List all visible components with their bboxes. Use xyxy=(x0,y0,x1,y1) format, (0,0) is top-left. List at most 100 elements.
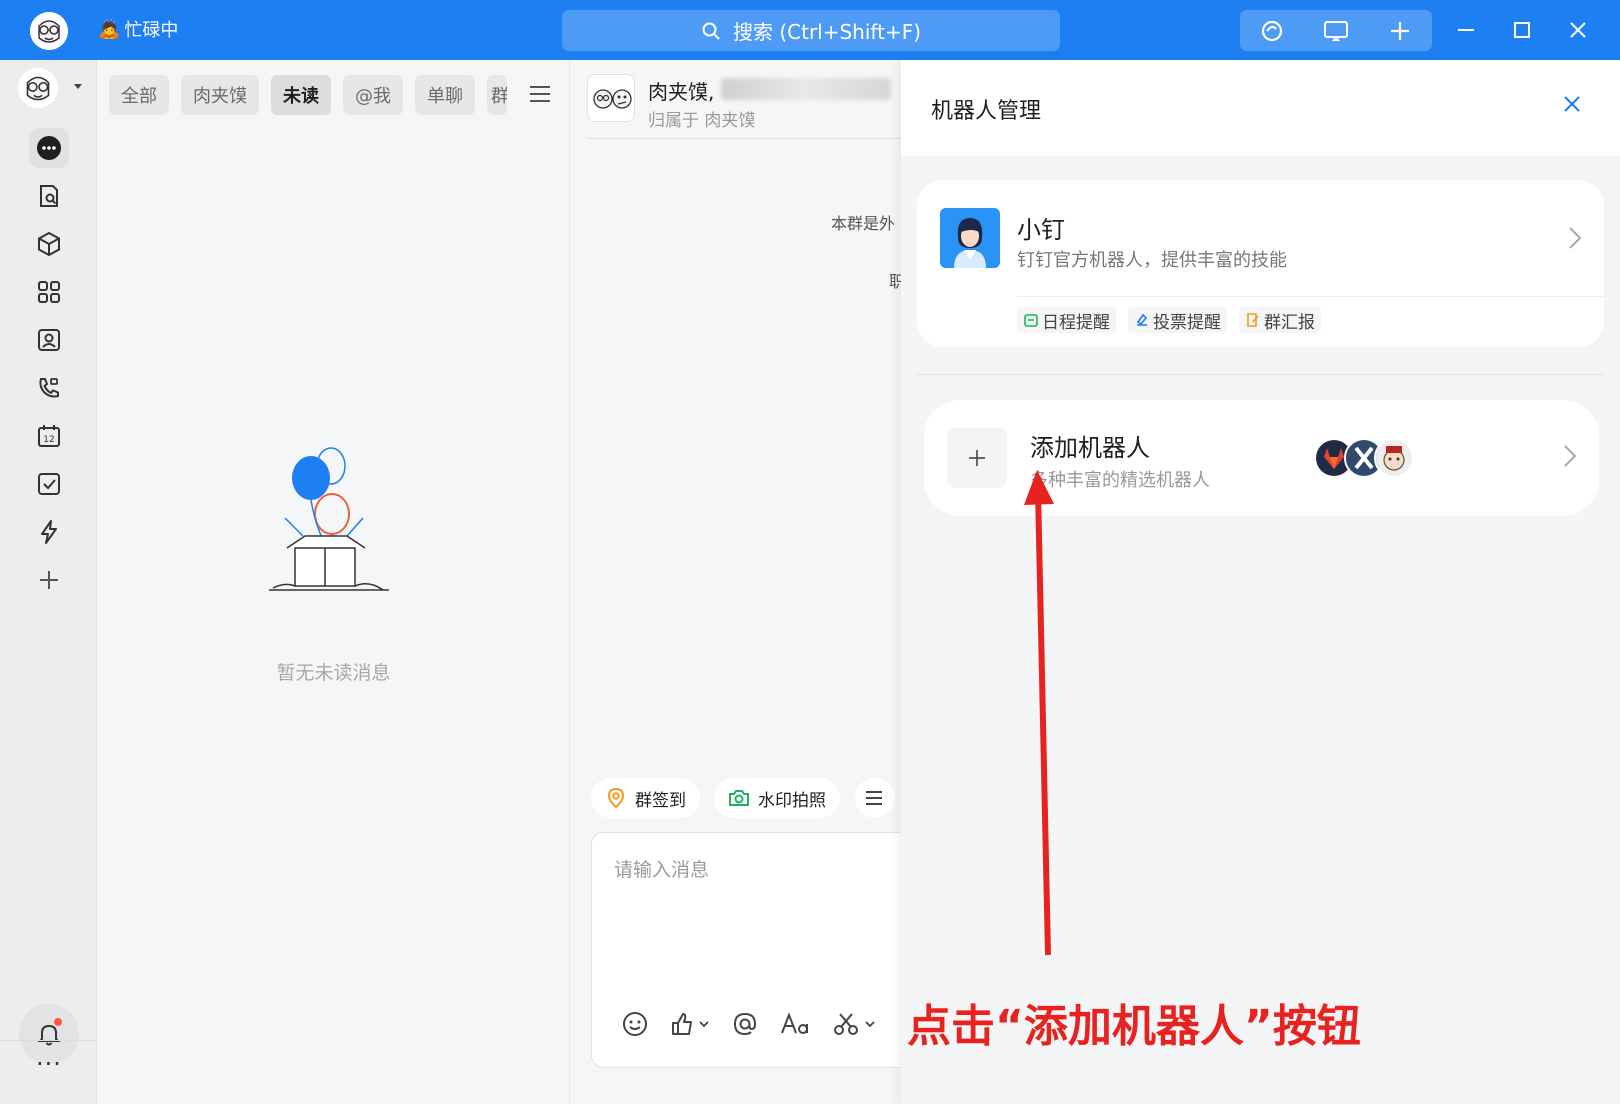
watermark-photo-label: 水印拍照 xyxy=(758,790,826,811)
nav-calendar[interactable]: 12 xyxy=(29,416,69,456)
bot-skills: 日程提醒 投票提醒 群汇报 xyxy=(1017,307,1321,333)
chat-area: 肉夹馍, 归属于 肉夹馍 本群是外 职 群签到 水印拍照 请输入消息 xyxy=(571,60,911,1104)
cartoon-face-icon xyxy=(30,12,68,50)
user-avatar[interactable] xyxy=(30,12,68,50)
nav-todo[interactable] xyxy=(29,464,69,504)
tab-unread[interactable]: 未读 xyxy=(271,75,331,115)
chevron-right-icon xyxy=(1568,226,1582,250)
ai-swirl-icon xyxy=(1261,20,1282,41)
close-icon xyxy=(1570,22,1586,38)
skill-schedule-reminder[interactable]: 日程提醒 xyxy=(1017,307,1116,333)
close-window-button[interactable] xyxy=(1564,16,1592,44)
more-actions-button[interactable] xyxy=(855,778,895,818)
chat-subtitle: 归属于 肉夹馍 xyxy=(648,111,756,131)
featured-bots xyxy=(1314,438,1414,478)
balloon-gift-icon xyxy=(269,447,389,591)
title-bar: 🙇 忙碌中 搜索 (Ctrl+Shift+F) xyxy=(0,0,1620,60)
nav-contacts[interactable] xyxy=(29,320,69,360)
thumbs-up-icon xyxy=(672,1013,709,1035)
robot-management-panel: 机器人管理 小钉 钉钉官方机器人，提供丰富的技能 日程提醒 投票提醒 群汇报 添… xyxy=(901,60,1620,1104)
screen-share-button[interactable] xyxy=(1323,19,1349,43)
checkbox-icon xyxy=(38,473,60,495)
conversation-list: 全部 肉夹馍 未读 @我 单聊 群 暂无未读消息 xyxy=(97,60,570,1104)
tab-mentions[interactable]: @我 xyxy=(343,75,403,115)
search-icon xyxy=(702,22,720,40)
report-edit-icon xyxy=(1247,313,1259,327)
skill-label: 投票提醒 xyxy=(1153,312,1221,333)
bot-card-divider xyxy=(1017,296,1604,297)
profile-avatar[interactable] xyxy=(18,68,58,108)
bot-card-xiaoding[interactable]: 小钉 钉钉官方机器人，提供丰富的技能 日程提醒 投票提醒 群汇报 xyxy=(917,180,1604,347)
status-indicator[interactable]: 🙇 忙碌中 xyxy=(98,16,178,42)
panel-divider xyxy=(917,374,1604,375)
document-search-icon xyxy=(40,185,58,207)
titlebar-actions xyxy=(1240,10,1432,51)
phone-video-icon xyxy=(39,378,59,398)
calendar-icon xyxy=(1024,314,1038,327)
skill-group-report[interactable]: 群汇报 xyxy=(1239,307,1321,333)
empty-state-text: 暂无未读消息 xyxy=(276,662,391,684)
minimize-icon xyxy=(1458,29,1474,31)
emoji-button[interactable] xyxy=(622,1011,648,1037)
tab-group[interactable]: 群 xyxy=(487,75,507,115)
nav-workspace[interactable] xyxy=(29,224,69,264)
nav-divider xyxy=(0,1040,97,1041)
bot-description: 钉钉官方机器人，提供丰富的技能 xyxy=(1017,250,1287,271)
annotation-arrow xyxy=(1010,450,1070,960)
nav-messages[interactable] xyxy=(29,128,69,168)
group-notice-text: 本群是外 xyxy=(831,214,896,233)
camera-icon xyxy=(729,790,749,806)
status-text: 忙碌中 xyxy=(124,20,179,41)
like-button[interactable] xyxy=(670,1011,710,1037)
nav-apps[interactable] xyxy=(29,272,69,312)
calendar-icon: 12 xyxy=(38,425,60,447)
svg-text:12: 12 xyxy=(43,435,54,445)
smiley-icon xyxy=(623,1012,647,1036)
lightning-icon xyxy=(41,520,57,544)
profile-caret-icon[interactable] xyxy=(74,84,82,89)
maximize-button[interactable] xyxy=(1508,16,1536,44)
chevron-right-icon xyxy=(1563,444,1577,468)
message-input[interactable]: 请输入消息 xyxy=(591,832,911,1068)
skill-vote-reminder[interactable]: 投票提醒 xyxy=(1128,307,1227,333)
screenshot-button[interactable] xyxy=(832,1011,876,1037)
tab-direct[interactable]: 单聊 xyxy=(415,75,475,115)
nav-calls[interactable] xyxy=(29,368,69,408)
notification-dot xyxy=(54,1018,62,1026)
plus-icon xyxy=(1391,21,1410,40)
input-toolbar xyxy=(622,1011,876,1037)
plus-icon xyxy=(40,571,58,589)
group-faces-icon xyxy=(588,75,634,121)
tab-roujiamo[interactable]: 肉夹馍 xyxy=(181,75,259,115)
group-checkin-button[interactable]: 群签到 xyxy=(591,778,700,818)
nav-docs[interactable] xyxy=(29,176,69,216)
minimize-button[interactable] xyxy=(1452,16,1480,44)
group-avatar[interactable] xyxy=(587,74,635,122)
mention-button[interactable] xyxy=(732,1011,758,1037)
panel-title: 机器人管理 xyxy=(931,99,1042,124)
nav-flash[interactable] xyxy=(29,512,69,552)
global-search[interactable]: 搜索 (Ctrl+Shift+F) xyxy=(562,10,1060,51)
group-checkin-label: 群签到 xyxy=(635,790,686,811)
tabs-menu-button[interactable] xyxy=(529,84,551,104)
annotation-text: 点击“添加机器人”按钮 xyxy=(907,1001,1361,1052)
chat-header-divider xyxy=(587,138,901,139)
tab-all[interactable]: 全部 xyxy=(109,75,169,115)
empty-state-illustration xyxy=(265,438,395,608)
watermark-photo-button[interactable]: 水印拍照 xyxy=(714,778,840,818)
panel-header: 机器人管理 xyxy=(901,60,1620,156)
skill-label: 日程提醒 xyxy=(1042,312,1110,333)
ai-assistant-button[interactable] xyxy=(1260,19,1284,43)
nav-add[interactable] xyxy=(29,560,69,600)
assistant-woman-icon xyxy=(940,208,1000,268)
create-button[interactable] xyxy=(1388,19,1412,43)
close-icon xyxy=(1564,96,1580,112)
add-robot-plus xyxy=(947,428,1007,488)
font-format-button[interactable] xyxy=(780,1011,810,1037)
left-nav: 12 ··· xyxy=(0,60,97,1104)
skill-label: 群汇报 xyxy=(1264,312,1315,333)
location-pin-icon xyxy=(607,787,625,809)
panel-close-button[interactable] xyxy=(1562,94,1582,114)
bot-name: 小钉 xyxy=(1017,216,1065,244)
more-icon[interactable]: ··· xyxy=(36,1050,62,1078)
